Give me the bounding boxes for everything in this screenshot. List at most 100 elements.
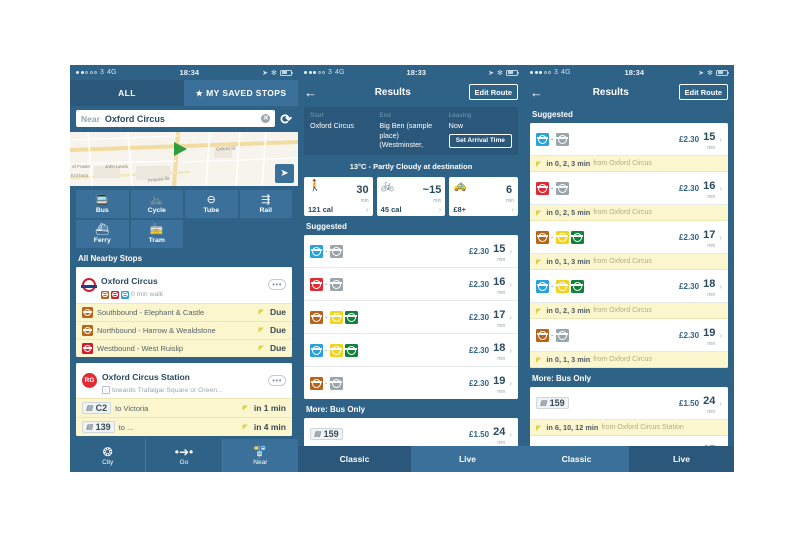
summary-time: 6: [505, 184, 513, 197]
more-dots-icon[interactable]: •••: [268, 374, 286, 386]
leg-separator: ·: [551, 134, 554, 144]
map-label-3: of Fraser: [72, 164, 91, 169]
back-arrow-icon[interactable]: ←: [304, 86, 317, 99]
back-arrow-icon[interactable]: ←: [530, 86, 543, 99]
mode-label-tube: Tube: [203, 206, 220, 214]
line-badge-icon: [555, 132, 569, 146]
tab-go[interactable]: •➜• Go: [146, 439, 223, 472]
bus-code-text: C2: [95, 403, 108, 413]
bus-time: 24: [703, 395, 716, 407]
chevron-right-icon: ›: [719, 281, 722, 291]
route-summary-box[interactable]: Start Oxford Circus End Big Ben (sample …: [304, 107, 518, 156]
route-unit: min: [497, 356, 506, 363]
mode-label-bus: Bus: [95, 206, 109, 214]
route-row[interactable]: · £2.30 15 min ›: [304, 235, 518, 269]
mode-button-bus[interactable]: 🚍 Bus: [76, 190, 129, 218]
stop-card-header[interactable]: Oxford Circus 0 min walk •••: [76, 267, 292, 303]
departure-row[interactable]: ▤ 139 to ... ◤ in 4 min: [76, 417, 292, 436]
tab-classic-3[interactable]: Classic: [524, 446, 629, 472]
tab-city[interactable]: ❂ City: [70, 439, 147, 472]
live-origin: from Oxford Circus: [593, 356, 652, 363]
summary-card-cycle[interactable]: 🚲 ~15 min 45 cal ›: [376, 177, 446, 217]
route-legs: ·: [536, 230, 675, 244]
line-badge-icon: [329, 343, 343, 357]
summary-time-block: 6 min: [505, 180, 514, 205]
route-end-label: End: [379, 112, 391, 119]
refresh-icon[interactable]: ⟳: [280, 112, 292, 126]
walk-icon: 🚶: [308, 180, 322, 193]
stops-filter-segmented[interactable]: ALL ★ MY SAVED STOPS: [70, 80, 298, 106]
route-row[interactable]: · £2.30 18 min ›: [530, 270, 728, 303]
mode-button-ferry[interactable]: ⛴ Ferry: [76, 220, 129, 248]
route-row[interactable]: · £2.30 16 min ›: [304, 268, 518, 302]
bus-route-code: ▤ C2: [82, 402, 112, 414]
stop-card-oxford-circus-station[interactable]: RG Oxford Circus Station ↓ towards Trafa…: [76, 362, 292, 436]
departure-row[interactable]: ▤ C2 to Victoria ◤ in 1 min: [76, 398, 292, 417]
mode-label-rail: Rail: [259, 206, 272, 214]
route-time-block: 19 min: [493, 371, 505, 396]
departure-row[interactable]: Westbound - West Ruislip ◤ Due: [76, 338, 292, 357]
chevron-right-icon: ›: [719, 330, 722, 340]
live-origin: from Oxford Circus: [593, 307, 652, 314]
tab-go-label: Go: [179, 458, 189, 466]
phone-screen-near: 3 4G 18:34 ➤ ✻ ALL ★ MY SAVED STOPS Near…: [70, 65, 298, 472]
stop-card-header[interactable]: RG Oxford Circus Station ↓ towards Trafa…: [76, 362, 292, 398]
mode-button-tram[interactable]: 🚋 Tram: [130, 220, 183, 248]
tab-classic-2[interactable]: Classic: [298, 446, 411, 472]
tab-all-stops[interactable]: ALL: [70, 80, 184, 106]
go-arrow-icon: •➜•: [174, 444, 194, 459]
departure-time: Due: [269, 343, 286, 353]
stop-card-text: Oxford Circus 0 min walk: [101, 271, 263, 299]
bus-fare: £1.50: [679, 398, 700, 408]
stop-name: Oxford Circus: [101, 276, 158, 286]
mode-button-rail[interactable]: ⇶ Rail: [239, 190, 292, 218]
live-signal-icon: ◤: [536, 424, 542, 432]
search-input[interactable]: Near Oxford Circus ✕: [76, 110, 276, 127]
map-view[interactable]: Oxford St John Lewis Princes St of Frase…: [70, 132, 298, 186]
line-badge-icon: [329, 277, 343, 291]
summary-card-taxi[interactable]: 🚕 6 min £8+ ›: [449, 177, 519, 217]
route-row[interactable]: · £2.30 19 min ›: [304, 367, 518, 400]
line-badge-icon: [329, 244, 343, 258]
route-row[interactable]: · £2.30 18 min ›: [304, 334, 518, 368]
live-times: in 0, 1, 3 min: [546, 257, 591, 266]
route-leaving-value: Now: [448, 121, 464, 130]
tab-my-saved-stops[interactable]: ★ MY SAVED STOPS: [184, 80, 298, 106]
tab-live-3[interactable]: Live: [629, 446, 734, 472]
tab-saved-label: MY SAVED STOPS: [206, 88, 287, 98]
battery-icon: [716, 69, 730, 76]
summary-card-walk[interactable]: 🚶 30 min 121 cal ›: [304, 177, 373, 217]
departure-row[interactable]: Southbound - Elephant & Castle ◤ Due: [76, 302, 292, 321]
bus-icon: ▤: [86, 405, 93, 412]
route-end-value: Big Ben (sample place) (Westminster,: [379, 121, 433, 150]
stop-card-oxford-circus[interactable]: Oxford Circus 0 min walk ••• Southbound …: [76, 267, 292, 357]
edit-route-button[interactable]: Edit Route: [468, 84, 518, 100]
signal-dots-icon: [76, 71, 97, 74]
departure-time: in 1 min: [253, 403, 286, 413]
route-unit: min: [497, 257, 506, 264]
locate-arrow-icon[interactable]: ➤: [275, 164, 294, 183]
route-row[interactable]: · £2.30 16 min ›: [530, 172, 728, 205]
summary-cards: 🚶 30 min 121 cal › 🚲 ~15 min 45 cal › 🚕 …: [298, 177, 524, 217]
route-row[interactable]: · £2.30 17 min ›: [304, 301, 518, 335]
route-row[interactable]: · £2.30 19 min ›: [530, 319, 728, 352]
route-row[interactable]: · £2.30 17 min ›: [530, 221, 728, 254]
set-arrival-time-button[interactable]: Set Arrival Time: [448, 133, 512, 148]
departure-row[interactable]: Northbound - Harrow & Wealdstone ◤ Due: [76, 320, 292, 339]
map-label-1: John Lewis: [105, 164, 128, 169]
tab-near[interactable]: 🚏 Near: [222, 439, 298, 472]
mode-button-cycle[interactable]: 🚲 Cycle: [130, 190, 183, 218]
clear-icon[interactable]: ✕: [261, 114, 271, 123]
page-title: Results: [374, 86, 411, 98]
live-signal-icon: ◤: [258, 327, 264, 334]
edit-route-button[interactable]: Edit Route: [678, 84, 728, 100]
bus-route-row[interactable]: ▤ 159 £1.50 24 min ›: [530, 387, 728, 420]
more-dots-icon[interactable]: •••: [268, 279, 286, 291]
tab-live-2[interactable]: Live: [411, 446, 524, 472]
line-badge-icon: [82, 342, 93, 354]
bus-route-code: ▤ 139: [82, 421, 115, 433]
suggested-routes-list-3: · £2.30 15 min › ◤ in 0, 2, 3 min from O…: [530, 123, 728, 368]
mode-button-tube[interactable]: ⊖ Tube: [185, 190, 238, 218]
route-legs: ·: [310, 310, 465, 324]
route-row[interactable]: · £2.30 15 min ›: [530, 123, 728, 156]
